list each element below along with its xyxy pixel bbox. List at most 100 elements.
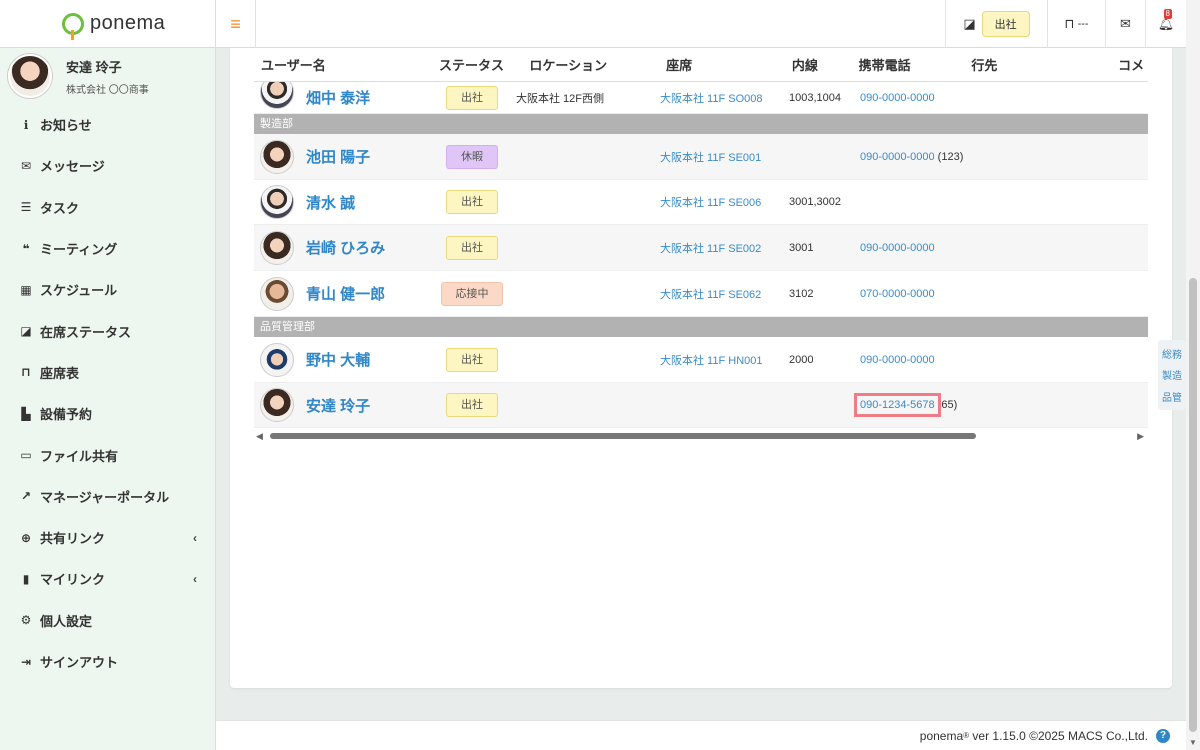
notifications-button[interactable]: 🔔︎ 8 <box>1145 0 1186 48</box>
ponema-logo-icon <box>62 12 84 40</box>
table-row[interactable]: 青山 健一郎 応接中 大阪本社 11F SE062 3102 070-0000-… <box>254 271 1148 317</box>
table-row[interactable]: 野中 大輔 出社 大阪本社 11F HN001 2000 090-0000-00… <box>254 337 1148 383</box>
column-header-comment[interactable]: コメ <box>1118 55 1148 74</box>
extension-cell: 1003,1004 <box>789 91 841 104</box>
scroll-down-icon[interactable]: ▼ <box>1189 738 1197 747</box>
chat-icon: ❝ <box>22 241 30 256</box>
user-name-link[interactable]: 岩崎 ひろみ <box>306 237 385 258</box>
table-row[interactable]: 安達 玲子 出社 090-1234-5678 (65) <box>254 383 1148 428</box>
sidebar-item-presence[interactable]: ◪ 在席ステータス <box>0 310 215 351</box>
avatar <box>260 388 294 422</box>
scroll-left-icon[interactable]: ◀ <box>256 431 263 442</box>
status-badge: 休暇 <box>446 144 498 169</box>
column-header-username[interactable]: ユーザー名 <box>254 55 428 74</box>
sidebar-item-label: ファイル共有 <box>40 448 119 464</box>
column-header-destination[interactable]: 行先 <box>971 55 1118 74</box>
chevron-left-icon: ‹ <box>193 530 197 545</box>
extension-cell: 3001,3002 <box>789 196 841 208</box>
sidebar-item-seating-chart[interactable]: ⊓ 座席表 <box>0 352 215 393</box>
presence-status-button[interactable]: ◪ 出社 <box>945 0 1047 48</box>
user-profile[interactable]: 安達 玲子 株式会社 〇〇商事 <box>0 48 215 104</box>
vertical-scroll-thumb[interactable] <box>1189 278 1197 732</box>
sidebar-item-label: 在席ステータス <box>40 324 132 340</box>
user-name-link[interactable]: 青山 健一郎 <box>306 283 385 304</box>
column-header-status[interactable]: ステータス <box>428 55 516 74</box>
user-name-link[interactable]: 野中 大輔 <box>306 349 370 370</box>
sidebar-item-file-sharing[interactable]: ▭ ファイル共有 <box>0 434 215 475</box>
help-icon[interactable]: ? <box>1156 728 1170 743</box>
horizontal-scrollbar[interactable]: ◀ ▶ <box>254 430 1148 442</box>
user-name-link[interactable]: 畑中 泰洋 <box>306 87 370 108</box>
presence-icon: ◪ <box>20 324 32 339</box>
footer-version: ver 1.15.0 ©2025 MACS Co.,Ltd. <box>969 728 1148 743</box>
sidebar-item-my-links[interactable]: ▮ マイリンク ‹ <box>0 558 215 599</box>
avatar <box>260 276 294 311</box>
avatar <box>260 139 294 174</box>
seat-value: --- <box>1077 18 1089 30</box>
scroll-right-icon[interactable]: ▶ <box>1137 431 1144 442</box>
table-header: ユーザー名 ステータス ロケーション 座席 内線 携帯電話 行先 コメ <box>254 48 1148 82</box>
mobile-phone-link[interactable]: 090-0000-0000 <box>860 354 935 366</box>
group-header-manufacturing: 製造部 <box>254 114 1148 134</box>
seat-link[interactable]: 大阪本社 11F SE006 <box>660 194 789 210</box>
chart-icon: ↗ <box>20 489 32 504</box>
status-badge: 出社 <box>446 190 498 214</box>
chair-icon: ⊓ <box>1064 16 1075 31</box>
sidebar-item-manager-portal[interactable]: ↗ マネージャーポータル <box>0 476 215 517</box>
vertical-scrollbar[interactable]: ▼ <box>1186 0 1200 750</box>
profile-company: 株式会社 〇〇商事 <box>66 84 149 96</box>
column-header-seat[interactable]: 座席 <box>659 55 788 74</box>
column-header-location[interactable]: ロケーション <box>515 55 659 74</box>
sidebar-item-facility-booking[interactable]: ▙ 設備予約 <box>0 393 215 434</box>
avatar <box>260 342 294 377</box>
avatar <box>260 230 294 265</box>
app-logo[interactable]: ponema <box>0 0 215 48</box>
chair-icon: ⊓ <box>21 365 31 380</box>
mobile-phone-link[interactable]: 090-0000-0000 <box>860 242 935 254</box>
seat-button[interactable]: ⊓ --- <box>1047 0 1105 48</box>
table-row[interactable]: 池田 陽子 休暇 大阪本社 11F SE001 090-0000-0000 (1… <box>254 134 1148 180</box>
sidebar-item-notices[interactable]: ℹ お知らせ <box>0 104 215 145</box>
seat-link[interactable]: 大阪本社 11F HN001 <box>660 352 789 368</box>
sidebar-item-personal-settings[interactable]: ⚙ 個人設定 <box>0 600 215 641</box>
user-name-link[interactable]: 清水 誠 <box>306 192 355 213</box>
calendar-icon: ▦ <box>20 282 32 297</box>
column-header-extension[interactable]: 内線 <box>788 55 859 74</box>
hamburger-menu-icon[interactable]: ≡ <box>216 0 256 48</box>
user-name-link[interactable]: 安達 玲子 <box>306 395 370 416</box>
table-row[interactable]: 畑中 泰洋 出社 大阪本社 12F西側 大阪本社 11F SO008 1003,… <box>254 82 1148 114</box>
sidebar-item-label: マイリンク <box>40 572 106 588</box>
horizontal-scroll-thumb[interactable] <box>270 433 976 439</box>
table-row[interactable]: 清水 誠 出社 大阪本社 11F SE006 3001,3002 <box>254 180 1148 225</box>
presence-icon: ◪ <box>963 16 976 31</box>
seat-link[interactable]: 大阪本社 11F SE002 <box>660 240 789 256</box>
sidebar-menu: ℹ お知らせ ✉ メッセージ ☰ タスク ❝ ミーティング ▦ スケジュール ◪ 在席ステー… <box>0 104 215 682</box>
seat-link[interactable]: 大阪本社 11F SE062 <box>660 286 789 302</box>
messages-button[interactable]: ✉ <box>1105 0 1145 48</box>
sidebar-item-messages[interactable]: ✉ メッセージ <box>0 145 215 186</box>
sidebar-item-label: 設備予約 <box>40 407 93 423</box>
sidebar-item-label: スケジュール <box>40 283 118 299</box>
sidebar-item-schedule[interactable]: ▦ スケジュール <box>0 269 215 310</box>
table-row[interactable]: 岩崎 ひろみ 出社 大阪本社 11F SE002 3001 090-0000-0… <box>254 225 1148 271</box>
column-header-mobile[interactable]: 携帯電話 <box>859 55 972 74</box>
notification-count-badge: 8 <box>1163 9 1172 19</box>
seat-link[interactable]: 大阪本社 11F SO008 <box>660 90 789 106</box>
app-logo-text: ponema <box>90 12 166 34</box>
sidebar-item-tasks[interactable]: ☰ タスク <box>0 187 215 228</box>
mobile-phone-link[interactable]: 090-0000-0000 <box>860 92 935 104</box>
quicknav-manufacturing[interactable]: 製造 <box>1162 367 1182 382</box>
gear-icon: ⚙ <box>20 613 32 628</box>
sidebar-item-shared-links[interactable]: ⊕ 共有リンク ‹ <box>0 517 215 558</box>
sidebar-item-meetings[interactable]: ❝ ミーティング <box>0 228 215 269</box>
seat-link[interactable]: 大阪本社 11F SE001 <box>660 149 789 165</box>
user-list-card: ユーザー名 ステータス ロケーション 座席 内線 携帯電話 行先 コメ 畑中 泰… <box>230 48 1172 688</box>
quicknav-quality-control[interactable]: 品管 <box>1162 389 1182 404</box>
mobile-phone-link[interactable]: 090-0000-0000 <box>860 151 935 163</box>
status-badge: 出社 <box>981 11 1030 37</box>
mobile-phone-link[interactable]: 090-1234-5678 <box>854 393 941 417</box>
mobile-phone-link[interactable]: 070-0000-0000 <box>860 288 935 300</box>
sidebar-item-sign-out[interactable]: ⇥ サインアウト <box>0 641 215 682</box>
user-name-link[interactable]: 池田 陽子 <box>306 146 370 167</box>
quicknav-general-affairs[interactable]: 総務 <box>1162 346 1182 361</box>
